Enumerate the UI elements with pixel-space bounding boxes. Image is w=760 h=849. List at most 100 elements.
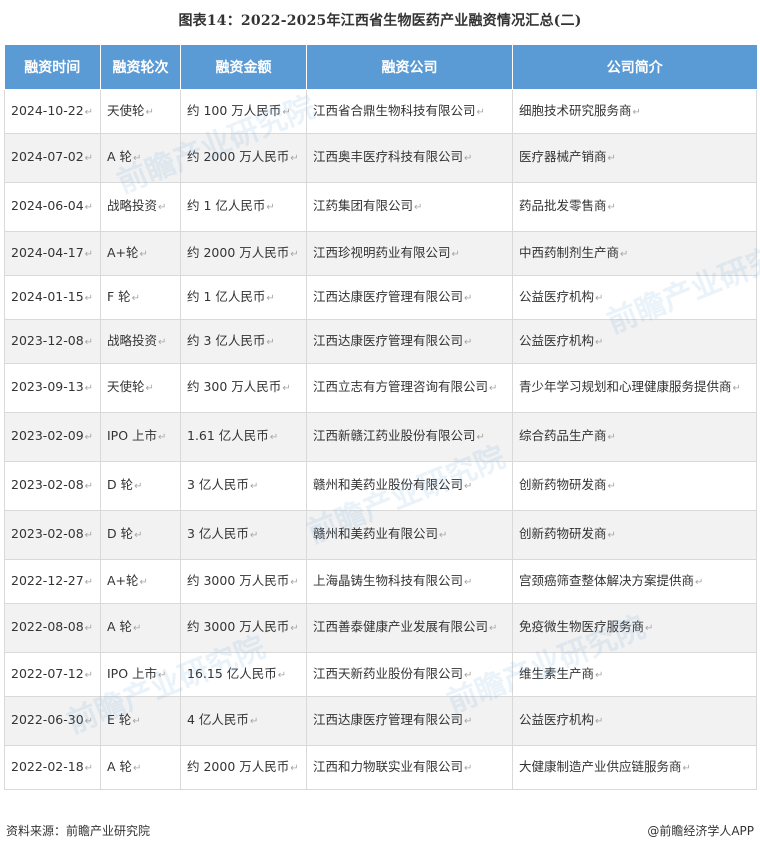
paragraph-mark-icon: ↵ [266, 202, 275, 213]
cell-text: 维生素生产商 [519, 665, 595, 681]
cell-date: 2023-02-08↵ [4, 461, 101, 511]
cell-text: A+轮 [107, 572, 139, 588]
cell-company: 江西立志有方管理咨询有限公司↵ [306, 363, 513, 413]
paragraph-mark-icon: ↵ [158, 432, 167, 443]
cell-company: 赣州和美药业有限公司↵ [306, 510, 513, 560]
cell-text: IPO 上市 [107, 665, 158, 681]
cell-text: 赣州和美药业股份有限公司 [313, 477, 464, 492]
paragraph-mark-icon: ↵ [84, 576, 94, 588]
paragraph-mark-icon: ↵ [84, 383, 94, 394]
cell-text: 约 2000 万人民币 [187, 244, 290, 260]
cell-company: 江西新赣江药业股份有限公司↵ [306, 412, 513, 462]
cell-date: 2022-06-30↵ [4, 696, 101, 746]
cell-company: 江西达康医疗管理有限公司↵ [306, 275, 513, 320]
cell-amount: 约 300 万人民币↵ [180, 363, 307, 413]
cell-round: A 轮↵ [100, 745, 181, 790]
paragraph-mark-icon: ↵ [464, 576, 473, 588]
cell-date: 2023-02-09↵ [4, 412, 101, 462]
cell-text: A 轮 [107, 149, 133, 164]
cell-text: 上海晶铸生物科技有限公司 [313, 572, 464, 588]
paragraph-mark-icon: ↵ [595, 669, 604, 681]
cell-text: 江西达康医疗管理有限公司 [313, 712, 464, 727]
cell-date: 2024-04-17↵ [4, 231, 101, 276]
table-row: 2023-12-08↵ 战略投资↵ 约 3 亿人民币↵ 江西达康医疗管理有限公司↵ 公益… [4, 319, 757, 364]
cell-round: A+轮↵ [100, 559, 181, 604]
cell-amount: 约 3000 万人民币↵ [180, 603, 307, 653]
paragraph-mark-icon: ↵ [682, 762, 691, 774]
cell-text: 青少年学习规划和心理健康服务提供商 [519, 379, 732, 394]
cell-text: A 轮 [107, 619, 133, 634]
cell-text: 创新药物研发商 [519, 477, 607, 492]
paragraph-mark-icon: ↵ [139, 576, 148, 588]
cell-date: 2023-02-08↵ [4, 510, 101, 560]
paragraph-mark-icon: ↵ [84, 292, 94, 304]
paragraph-mark-icon: ↵ [476, 432, 485, 443]
cell-text: 江西达康医疗管理有限公司 [313, 288, 464, 304]
paragraph-mark-icon: ↵ [145, 106, 154, 118]
paragraph-mark-icon: ↵ [620, 248, 629, 260]
cell-date: 2023-09-13↵ [4, 363, 101, 413]
paragraph-mark-icon: ↵ [464, 716, 473, 727]
paragraph-mark-icon: ↵ [595, 292, 604, 304]
cell-description: 公益医疗机构↵ [512, 319, 757, 364]
paragraph-mark-icon: ↵ [282, 383, 291, 394]
cell-amount: 约 2000 万人民币↵ [180, 133, 307, 183]
header-date: 融资时间 [4, 45, 101, 90]
paragraph-mark-icon: ↵ [139, 248, 148, 260]
cell-description: 创新药物研发商↵ [512, 461, 757, 511]
paragraph-mark-icon: ↵ [732, 383, 741, 394]
cell-text: D 轮 [107, 526, 134, 541]
header-company: 融资公司 [306, 45, 513, 90]
cell-text: 公益医疗机构 [519, 712, 595, 727]
cell-text: 2024-01-15 [11, 288, 84, 304]
paragraph-mark-icon: ↵ [84, 248, 94, 260]
cell-amount: 约 1 亿人民币↵ [180, 182, 307, 232]
cell-amount: 约 3 亿人民币↵ [180, 319, 307, 364]
cell-amount: 约 2000 万人民币↵ [180, 745, 307, 790]
paragraph-mark-icon: ↵ [145, 383, 154, 394]
cell-amount: 约 2000 万人民币↵ [180, 231, 307, 276]
cell-date: 2022-12-27↵ [4, 559, 101, 604]
brand-credit: @前瞻经济学人APP [647, 824, 754, 838]
paragraph-mark-icon: ↵ [84, 106, 94, 118]
cell-text: 2024-10-22 [11, 102, 84, 118]
cell-amount: 4 亿人民币↵ [180, 696, 307, 746]
cell-text: 约 3000 万人民币 [187, 572, 290, 588]
cell-text: 大健康制造产业供应链服务商 [519, 758, 682, 774]
cell-text: 2023-12-08 [11, 332, 84, 348]
table-row: 2024-06-04↵ 战略投资↵ 约 1 亿人民币↵ 江药集团有限公司↵ 药品批发零售… [4, 182, 757, 232]
cell-description: 创新药物研发商↵ [512, 510, 757, 560]
paragraph-mark-icon: ↵ [439, 530, 448, 541]
cell-text: A 轮 [107, 758, 133, 774]
cell-company: 江西善泰健康产业发展有限公司↵ [306, 603, 513, 653]
table-row: 2022-06-30↵ E 轮↵ 4 亿人民币↵ 江西达康医疗管理有限公司↵ 公益医疗机… [4, 696, 757, 746]
cell-text: 中西药制剂生产商 [519, 244, 620, 260]
table-header-row: 融资时间 融资轮次 融资金额 融资公司 公司简介 [4, 45, 757, 90]
cell-text: 2024-07-02 [11, 149, 84, 164]
table-row: 2023-02-08↵ D 轮 ↵ 3 亿人民币↵ 赣州和美药业有限公司↵ 创新药物研发商… [4, 510, 757, 560]
cell-description: 宫颈癌筛查整体解决方案提供商↵ [512, 559, 757, 604]
cell-company: 江西奥丰医疗科技有限公司↵ [306, 133, 513, 183]
table-row: 2024-10-22↵ 天使轮↵ 约 100 万人民币↵ 江西省合鼎生物科技有限公司↵… [4, 89, 757, 134]
paragraph-mark-icon: ↵ [84, 762, 94, 774]
cell-text: 江西奥丰医疗科技有限公司 [313, 149, 464, 164]
paragraph-mark-icon: ↵ [476, 106, 485, 118]
cell-round: 战略投资↵ [100, 319, 181, 364]
cell-text: 战略投资 [107, 332, 158, 348]
cell-amount: 3 亿人民币↵ [180, 510, 307, 560]
cell-description: 医疗器械产销商↵ [512, 133, 757, 183]
table-row: 2022-12-27↵ A+轮↵ 约 3000 万人民币↵ 上海晶铸生物科技有限公司↵… [4, 559, 757, 604]
cell-text: 江西立志有方管理咨询有限公司 [313, 379, 489, 394]
paragraph-mark-icon: ↵ [290, 248, 299, 260]
cell-text: 天使轮 [107, 102, 145, 118]
table-row: 2022-07-12↵ IPO 上市↵ 16.15 亿人民币↵ 江西天新药业股份有限公… [4, 652, 757, 697]
cell-company: 江西和力物联实业有限公司↵ [306, 745, 513, 790]
cell-round: E 轮↵ [100, 696, 181, 746]
cell-text: 天使轮 [107, 379, 145, 394]
table-row: 2024-07-02↵ A 轮↵ 约 2000 万人民币↵ 江西奥丰医疗科技有限公司↵… [4, 133, 757, 183]
cell-date: 2024-10-22↵ [4, 89, 101, 134]
paragraph-mark-icon: ↵ [464, 481, 473, 492]
paragraph-mark-icon: ↵ [489, 623, 498, 634]
financing-table: 融资时间 融资轮次 融资金额 融资公司 公司简介 2024-10-22↵ 天使轮↵… [4, 45, 757, 790]
paragraph-mark-icon: ↵ [607, 432, 616, 443]
